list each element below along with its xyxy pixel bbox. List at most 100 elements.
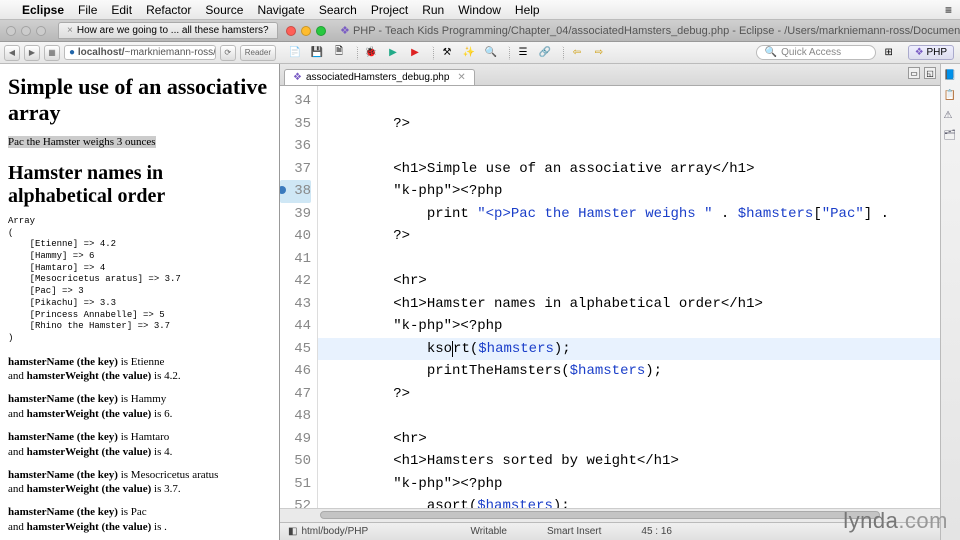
debug-icon[interactable]: 🐞 (362, 44, 380, 62)
run-icon[interactable]: ▶ (384, 44, 402, 62)
vars-view-icon[interactable]: 🗂 (944, 130, 958, 144)
right-view-strip: 📘 📋 ⚠ 🗂 (940, 64, 960, 540)
code-line[interactable]: "k-php"><?php (326, 180, 940, 203)
code-line[interactable]: asort($hamsters); (326, 495, 940, 508)
breadcrumb[interactable]: ◧ html/body/PHP (288, 526, 368, 537)
nav-back-icon[interactable]: ◀ (4, 45, 20, 61)
safari-traffic-lights (0, 26, 52, 36)
open-perspective-icon[interactable]: ⊞ (880, 44, 898, 62)
save-icon[interactable]: 💾 (308, 44, 326, 62)
traffic-min-icon[interactable] (21, 26, 31, 36)
editor-tab-label: associatedHamsters_debug.php (306, 72, 449, 83)
hamster-para: hamsterName (the key) is Hammyand hamste… (8, 392, 271, 422)
traffic-zoom-icon[interactable] (316, 26, 326, 36)
menu-extras-icon[interactable]: ≡ (945, 3, 952, 17)
traffic-close-icon[interactable] (286, 26, 296, 36)
run-ext-icon[interactable]: ▶ (406, 44, 424, 62)
hamster-para: hamsterName (the key) is Mesocricetus ar… (8, 468, 271, 498)
code-line[interactable]: <h1>Hamsters sorted by weight</h1> (326, 450, 940, 473)
status-writable: Writable (470, 526, 507, 537)
code-body[interactable]: ?> <h1>Simple use of an associative arra… (318, 86, 940, 508)
page-pre: Array ( [Etienne] => 4.2 [Hammy] => 6 [H… (8, 216, 271, 345)
code-line[interactable]: <hr> (326, 270, 940, 293)
traffic-close-icon[interactable] (6, 26, 16, 36)
url-field[interactable]: ● localhost/~markniemann-ross/Exercise%2 (64, 45, 216, 60)
code-line[interactable] (326, 248, 940, 271)
code-line[interactable]: <h1>Simple use of an associative array</… (326, 158, 940, 181)
nav-fwd-icon[interactable]: ▶ (24, 45, 40, 61)
code-line[interactable]: "k-php"><?php (326, 473, 940, 496)
code-line[interactable]: "k-php"><?php (326, 315, 940, 338)
wand-icon[interactable]: ✨ (460, 44, 478, 62)
menu-help[interactable]: Help (515, 3, 540, 17)
code-line[interactable]: ?> (326, 113, 940, 136)
traffic-min-icon[interactable] (301, 26, 311, 36)
search-icon: 🔍 (765, 47, 777, 58)
problems-view-icon[interactable]: ⚠ (944, 110, 958, 124)
reload-icon[interactable]: ⟳ (220, 45, 236, 61)
code-line[interactable] (326, 405, 940, 428)
workspace: Simple use of an associative array Pac t… (0, 64, 960, 540)
menu-run[interactable]: Run (422, 3, 444, 17)
build-icon[interactable]: ⚒ (438, 44, 456, 62)
code-line[interactable] (326, 135, 940, 158)
editor-pane: ❖ associatedHamsters_debug.php ✕ ▭ ◱ 343… (280, 64, 940, 540)
hamster-para: hamsterName (the key) is Etienneand hams… (8, 355, 271, 385)
eclipse-toolbar: 📄 💾 🗎 🐞 ▶ ▶ ⚒ ✨ 🔍 ☰ 🔗 ⇦ ⇨ 🔍Quick Access … (280, 44, 960, 62)
outline-view-icon[interactable]: 📘 (944, 70, 958, 84)
editor-tabs: ❖ associatedHamsters_debug.php ✕ ▭ ◱ (280, 64, 940, 86)
page-p1: Pac the Hamster weighs 3 ounces (8, 136, 156, 148)
quick-access-field[interactable]: 🔍Quick Access (756, 45, 876, 60)
reader-button[interactable]: Reader (240, 45, 276, 61)
toolbar-row: ◀ ▶ ▦ ● localhost/~markniemann-ross/Exer… (0, 42, 960, 64)
hamster-para: hamsterName (the key) is Pacand hamsterW… (8, 505, 271, 535)
code-line[interactable]: print "<p>Pac the Hamster weighs " . $ha… (326, 203, 940, 226)
outline-icon[interactable]: ☰ (514, 44, 532, 62)
scrollbar-thumb[interactable] (320, 511, 880, 519)
search-icon[interactable]: 🔍 (482, 44, 500, 62)
tab-close-icon[interactable]: × (67, 25, 73, 36)
code-line[interactable]: ?> (326, 225, 940, 248)
menu-source[interactable]: Source (205, 3, 243, 17)
menu-file[interactable]: File (78, 3, 97, 17)
window-tabbar: × How are we going to ... all these hams… (0, 20, 960, 42)
menu-project[interactable]: Project (371, 3, 408, 17)
eclipse-traffic-lights (280, 26, 332, 36)
nav-back-hist-icon[interactable]: ⇦ (568, 44, 586, 62)
save-all-icon[interactable]: 🗎 (330, 44, 348, 62)
browser-address-bar: ◀ ▶ ▦ ● localhost/~markniemann-ross/Exer… (0, 45, 280, 61)
traffic-zoom-icon[interactable] (36, 26, 46, 36)
hamster-para: hamsterName (the key) is Hamtaroand hams… (8, 430, 271, 460)
page-h2: Hamster names in alphabetical order (8, 162, 271, 208)
menu-navigate[interactable]: Navigate (257, 3, 304, 17)
menu-search[interactable]: Search (319, 3, 357, 17)
bookmarks-icon[interactable]: ▦ (44, 45, 60, 61)
code-line[interactable]: ?> (326, 383, 940, 406)
browser-pane: Simple use of an associative array Pac t… (0, 64, 280, 540)
code-line[interactable] (326, 90, 940, 113)
menu-app[interactable]: Eclipse (22, 3, 64, 17)
link-icon[interactable]: 🔗 (536, 44, 554, 62)
page-h1: Simple use of an associative array (8, 74, 271, 126)
horizontal-scrollbar[interactable] (280, 508, 940, 522)
new-icon[interactable]: 📄 (286, 44, 304, 62)
browser-tab[interactable]: × How are we going to ... all these hams… (58, 22, 278, 39)
code-area[interactable]: 3435363738394041424344454647484950515253… (280, 86, 940, 508)
maximize-view-icon[interactable]: ◱ (924, 67, 936, 79)
code-line[interactable]: printTheHamsters($hamsters); (326, 360, 940, 383)
status-bar: ◧ html/body/PHP Writable Smart Insert 45… (280, 522, 940, 540)
menu-window[interactable]: Window (458, 3, 501, 17)
nav-fwd-hist-icon[interactable]: ⇨ (590, 44, 608, 62)
tab-close-icon[interactable]: ✕ (457, 72, 465, 83)
tasks-view-icon[interactable]: 📋 (944, 90, 958, 104)
code-line[interactable]: <h1>Hamster names in alphabetical order<… (326, 293, 940, 316)
perspective-php[interactable]: ❖ PHP (908, 45, 954, 60)
editor-tab[interactable]: ❖ associatedHamsters_debug.php ✕ (284, 69, 475, 85)
menu-edit[interactable]: Edit (111, 3, 132, 17)
menu-refactor[interactable]: Refactor (146, 3, 191, 17)
code-line[interactable]: ksort($hamsters); (326, 338, 940, 361)
code-line[interactable]: <hr> (326, 428, 940, 451)
line-gutter[interactable]: 3435363738394041424344454647484950515253… (280, 86, 318, 508)
minimize-view-icon[interactable]: ▭ (908, 67, 920, 79)
browser-tab-title: How are we going to ... all these hamste… (77, 25, 269, 36)
